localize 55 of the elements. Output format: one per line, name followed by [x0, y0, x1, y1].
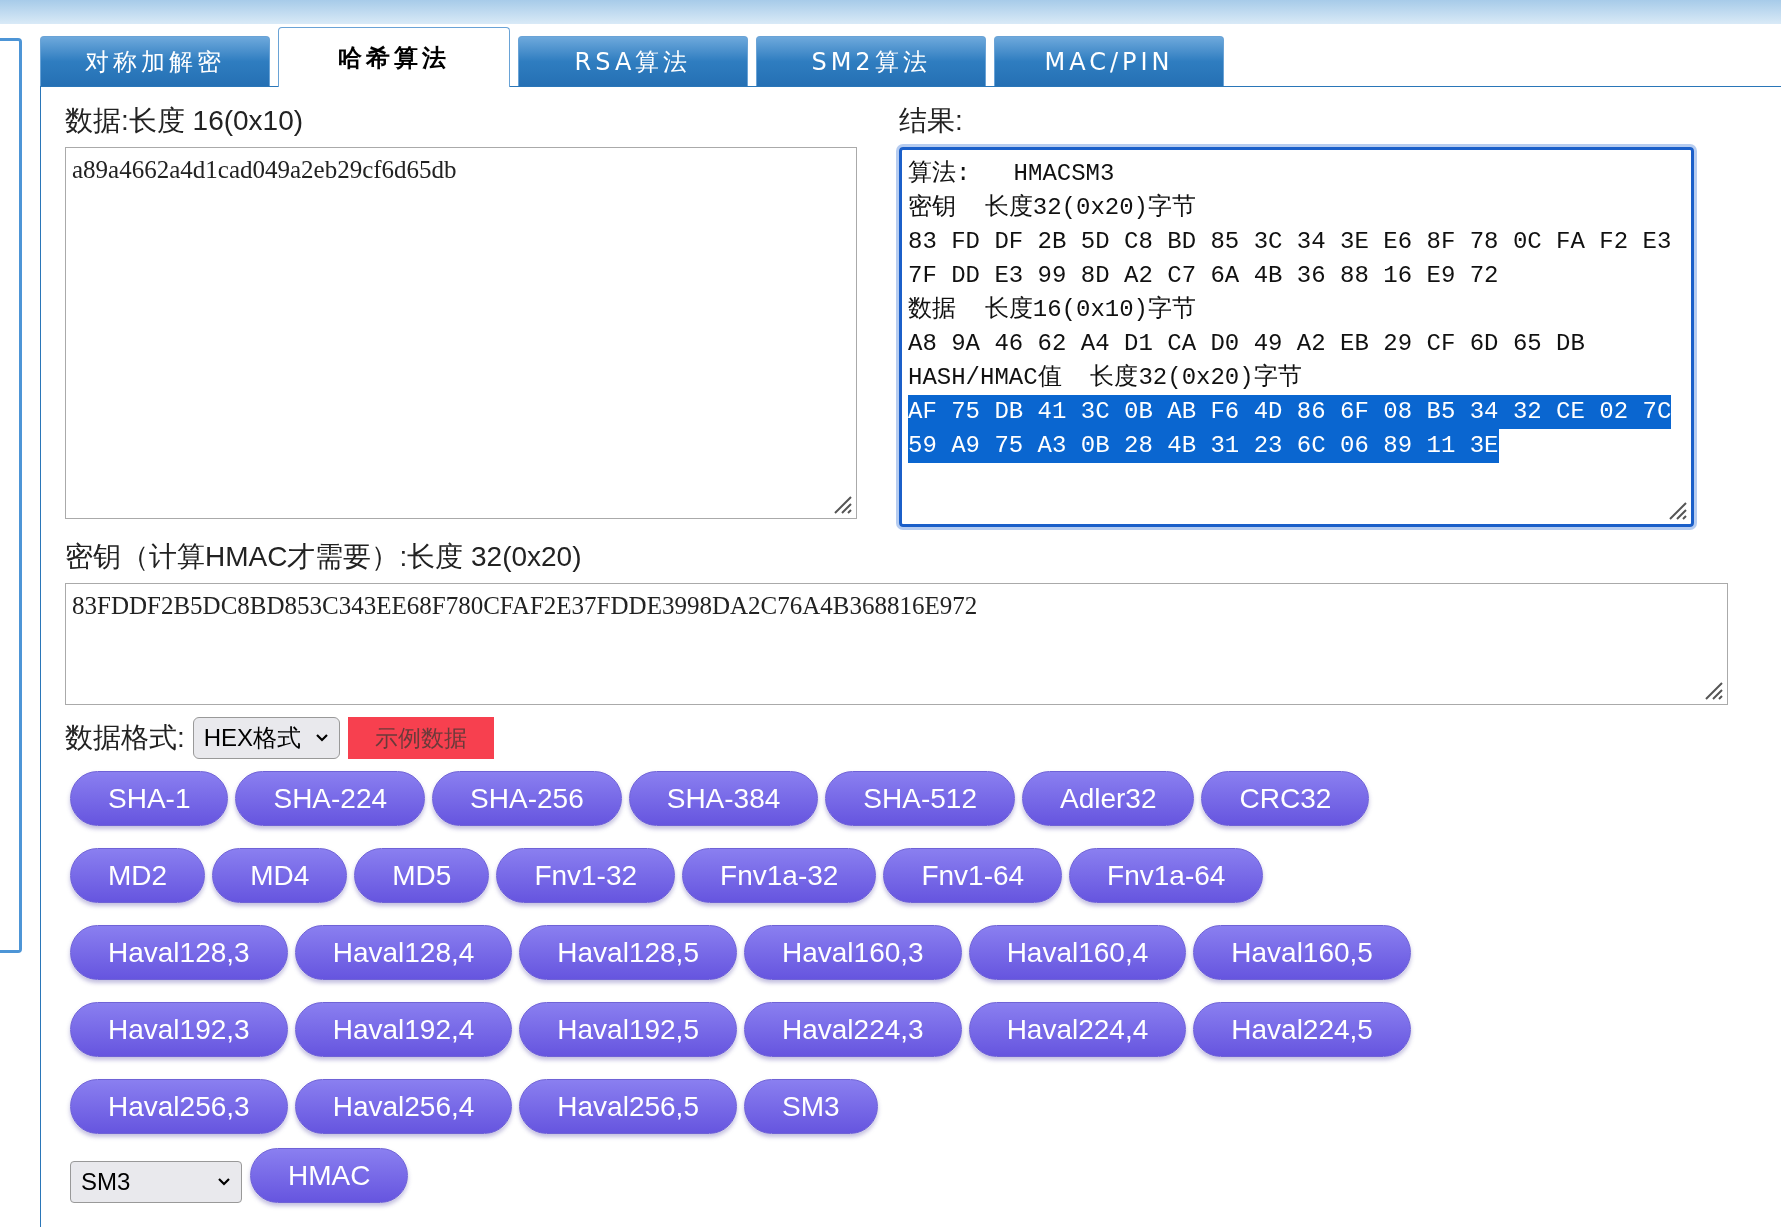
key-input-field[interactable]: 83FDDF2B5DC8BD853C343EE68F780CFAF2E37FDDE3998DA2C76A4B368816E972 — [65, 583, 1728, 705]
algorithm-button[interactable]: Fnv1-32 — [496, 848, 676, 903]
result-output-field[interactable] — [899, 147, 1694, 527]
algorithm-button[interactable]: Fnv1-64 — [883, 848, 1063, 903]
field-label: 数据格式: — [65, 721, 185, 755]
algorithm-button[interactable]: Fnv1a-64 — [1069, 848, 1264, 903]
algorithm-button[interactable]: CRC32 — [1201, 771, 1370, 826]
result-line: A8 9A 46 62 A4 D1 CA D0 49 A2 EB 29 CF 6D 65 DB — [908, 329, 1585, 359]
hmac-button[interactable]: HMAC — [250, 1148, 409, 1203]
algorithm-button[interactable]: Fnv1a-32 — [682, 848, 877, 903]
field-label: 数据:长度 16(0x10) — [65, 104, 305, 138]
tab[interactable]: 对称加解密 — [40, 36, 270, 86]
algorithm-button[interactable]: MD5 — [354, 848, 490, 903]
algorithm-button[interactable]: Haval224,5 — [1193, 1002, 1411, 1057]
chevron-down-icon — [217, 1177, 231, 1187]
algorithm-button[interactable]: Haval128,4 — [294, 925, 513, 980]
tab[interactable]: RSA算法 — [518, 36, 748, 86]
algorithm-button[interactable]: Haval224,3 — [743, 1002, 962, 1057]
algorithm-button[interactable]: SHA-224 — [235, 771, 426, 826]
algorithm-button[interactable]: MD4 — [212, 848, 348, 903]
field-label: 结果: — [899, 104, 964, 138]
result-line: HASH/HMAC值 长度32(0x20)字节 — [908, 362, 1302, 393]
field-label: 密钥（计算HMAC才需要）:长度 32(0x20) — [65, 540, 583, 574]
format-select[interactable]: HEX格式 — [192, 717, 341, 759]
data-input-field[interactable]: a89a4662a4d1cad049a2eb29cf6d65db — [65, 147, 857, 519]
algorithm-button[interactable]: Haval192,5 — [519, 1002, 737, 1057]
algorithm-button[interactable]: Haval128,5 — [519, 925, 737, 980]
algorithm-button[interactable]: SHA-1 — [70, 771, 229, 826]
result-line: 83 FD DF 2B 5D C8 BD 85 3C 34 3E E6 8F 78 0C FA F2 E3 — [908, 227, 1672, 257]
algorithm-button[interactable]: SM3 — [743, 1079, 878, 1134]
chevron-down-icon — [315, 733, 330, 743]
algorithm-button[interactable]: Haval128,3 — [70, 925, 288, 980]
algorithm-button[interactable]: Haval160,4 — [968, 925, 1187, 980]
tab[interactable]: SM2算法 — [756, 36, 986, 86]
tab[interactable]: MAC/PIN — [994, 36, 1224, 86]
algorithm-button[interactable]: SHA-512 — [825, 771, 1015, 826]
tab[interactable]: 哈希算法 — [278, 27, 510, 87]
result-line: 密钥 长度32(0x20)字节 — [908, 192, 1197, 223]
algorithm-button[interactable]: MD2 — [70, 848, 206, 903]
result-line: 算法: HMACSM3 — [908, 159, 1115, 189]
algorithm-button[interactable]: Adler32 — [1021, 771, 1195, 826]
algorithm-button[interactable]: Haval256,5 — [519, 1079, 737, 1134]
algorithm-button[interactable]: Haval224,4 — [968, 1002, 1187, 1057]
result-line: 7F DD E3 99 8D A2 C7 6A 4B 36 88 16 E9 72 — [908, 261, 1499, 291]
algorithm-button[interactable]: SHA-256 — [432, 771, 622, 826]
algorithm-button[interactable]: Haval160,3 — [743, 925, 962, 980]
sample-data-button[interactable]: 示例数据 — [348, 717, 495, 759]
algorithm-button[interactable]: Haval192,3 — [70, 1002, 288, 1057]
algorithm-button[interactable]: Haval256,3 — [70, 1079, 288, 1134]
algorithm-button[interactable]: Haval192,4 — [294, 1002, 513, 1057]
algorithm-button[interactable]: SHA-384 — [628, 771, 819, 826]
algorithm-button[interactable]: Haval256,4 — [294, 1079, 513, 1134]
result-line: 数据 长度16(0x10)字节 — [908, 294, 1197, 325]
algorithm-button[interactable]: Haval160,5 — [1193, 925, 1411, 980]
hash-select[interactable]: SM3 — [70, 1161, 242, 1203]
